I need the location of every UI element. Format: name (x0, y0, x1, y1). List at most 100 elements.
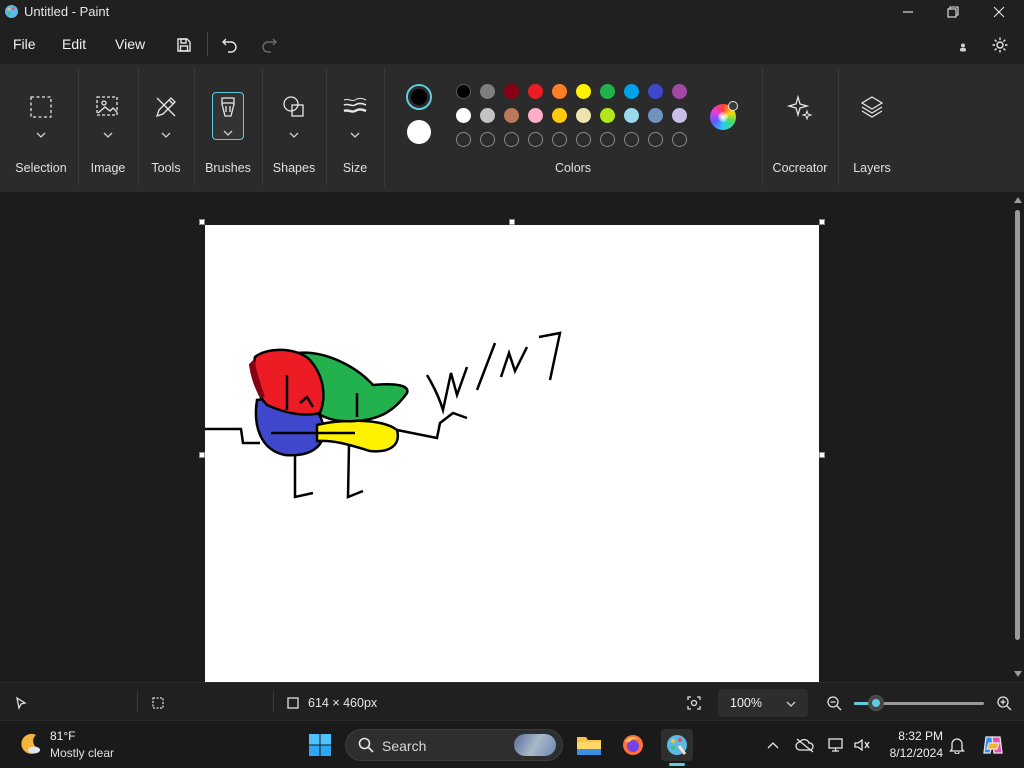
chevron-down-icon (786, 701, 796, 707)
custom-color-slot[interactable] (552, 132, 567, 147)
search-highlight-image (514, 734, 556, 756)
show-hidden-icons-chevron-up-icon[interactable] (763, 735, 783, 755)
scrollbar-thumb[interactable] (1015, 210, 1020, 640)
copilot-icon[interactable] (981, 733, 1005, 757)
primary-color-swatch[interactable] (406, 84, 432, 110)
onedrive-offline-icon[interactable] (795, 735, 815, 755)
layers-group[interactable]: Layers (840, 64, 904, 192)
custom-color-slot[interactable] (624, 132, 639, 147)
palette-color-swatch[interactable] (576, 108, 591, 123)
resize-handle-left[interactable] (199, 452, 205, 458)
edit-colors-wheel-icon[interactable] (710, 101, 738, 130)
chevron-down-icon (103, 126, 113, 138)
settings-gear-icon[interactable] (986, 32, 1014, 58)
resize-handle-top-right[interactable] (819, 219, 825, 225)
custom-color-slot[interactable] (576, 132, 591, 147)
clock-time[interactable]: 8:32 PM (883, 729, 943, 743)
menu-edit[interactable]: Edit (62, 36, 86, 52)
palette-color-swatch[interactable] (552, 108, 567, 123)
weather-temperature[interactable]: 81°F (50, 729, 75, 743)
cursor-position-icon (12, 694, 30, 712)
weather-moon-icon[interactable] (18, 731, 44, 757)
palette-color-swatch[interactable] (624, 108, 639, 123)
save-icon[interactable] (170, 32, 198, 58)
restore-button[interactable] (930, 0, 976, 24)
palette-color-swatch[interactable] (528, 84, 543, 99)
layers-icon (855, 90, 889, 124)
palette-color-swatch[interactable] (456, 84, 471, 99)
custom-color-slot[interactable] (504, 132, 519, 147)
palette-color-swatch[interactable] (576, 84, 591, 99)
selection-group[interactable]: Selection (6, 64, 76, 192)
size-lines-icon (338, 90, 372, 124)
file-explorer-icon[interactable] (573, 729, 605, 761)
taskbar-search-box[interactable]: Search (345, 729, 563, 761)
custom-color-slot[interactable] (648, 132, 663, 147)
notification-bell-icon[interactable] (947, 735, 967, 755)
layers-label: Layers (853, 161, 891, 175)
drawing-canvas[interactable] (205, 225, 819, 682)
secondary-color-swatch[interactable] (407, 120, 431, 144)
fit-to-window-icon[interactable] (685, 694, 703, 712)
custom-color-slot[interactable] (456, 132, 471, 147)
palette-color-swatch[interactable] (672, 108, 687, 123)
palette-color-swatch[interactable] (480, 108, 495, 123)
zoom-dropdown[interactable]: 100% (718, 689, 808, 717)
status-separator (137, 691, 138, 713)
image-group[interactable]: Image (80, 64, 136, 192)
windows-taskbar: 81°F Mostly clear Search 8:32 PM 8/12/20… (0, 720, 1024, 768)
custom-color-slot[interactable] (672, 132, 687, 147)
zoom-slider-thumb[interactable] (868, 695, 885, 711)
ribbon-separator (78, 68, 79, 186)
clock-date[interactable]: 8/12/2024 (883, 746, 943, 760)
undo-icon[interactable] (216, 32, 244, 58)
cocreator-group[interactable]: Cocreator (764, 64, 836, 192)
firefox-icon[interactable] (617, 729, 649, 761)
palette-color-swatch[interactable] (456, 108, 471, 123)
start-windows-icon[interactable] (304, 729, 336, 761)
shapes-label: Shapes (272, 161, 316, 175)
zoom-in-icon[interactable] (995, 694, 1013, 712)
custom-color-slot[interactable] (528, 132, 543, 147)
custom-color-slot[interactable] (480, 132, 495, 147)
palette-color-swatch[interactable] (528, 108, 543, 123)
palette-color-swatch[interactable] (600, 108, 615, 123)
palette-color-swatch[interactable] (648, 108, 663, 123)
close-button[interactable] (976, 0, 1022, 24)
palette-color-swatch[interactable] (648, 84, 663, 99)
volume-muted-icon[interactable] (852, 735, 872, 755)
brushes-group[interactable]: Brushes (196, 64, 260, 192)
active-app-indicator (669, 763, 685, 766)
palette-color-swatch[interactable] (504, 108, 519, 123)
network-display-icon[interactable] (826, 735, 846, 755)
palette-color-swatch[interactable] (672, 84, 687, 99)
redo-icon[interactable] (255, 32, 283, 58)
palette-color-swatch[interactable] (624, 84, 639, 99)
custom-color-slot[interactable] (600, 132, 615, 147)
resize-handle-top[interactable] (509, 219, 515, 225)
zoom-out-icon[interactable] (825, 694, 843, 712)
palette-color-swatch[interactable] (600, 84, 615, 99)
menu-view[interactable]: View (115, 36, 145, 52)
colors-label: Colors (554, 161, 592, 175)
weather-description[interactable]: Mostly clear (50, 746, 114, 760)
minimize-button[interactable] (885, 0, 931, 24)
ribbon-separator (262, 68, 263, 186)
menu-file[interactable]: File (13, 36, 36, 52)
scroll-up-arrow-icon[interactable] (1013, 196, 1023, 204)
resize-handle-right[interactable] (819, 452, 825, 458)
palette-color-swatch[interactable] (552, 84, 567, 99)
vertical-scrollbar[interactable] (1012, 196, 1024, 682)
tools-group[interactable]: Tools (140, 64, 192, 192)
palette-color-swatch[interactable] (480, 84, 495, 99)
palette-color-swatch[interactable] (504, 84, 519, 99)
menu-bar: File Edit View (0, 24, 1024, 64)
zoom-value: 100% (730, 696, 762, 710)
account-icon[interactable] (952, 34, 974, 60)
paint-taskbar-icon[interactable] (661, 729, 693, 761)
brushes-selected-box (212, 92, 244, 140)
shapes-group[interactable]: Shapes (264, 64, 324, 192)
size-group[interactable]: Size (328, 64, 382, 192)
scroll-down-arrow-icon[interactable] (1013, 670, 1023, 678)
resize-handle-top-left[interactable] (199, 219, 205, 225)
